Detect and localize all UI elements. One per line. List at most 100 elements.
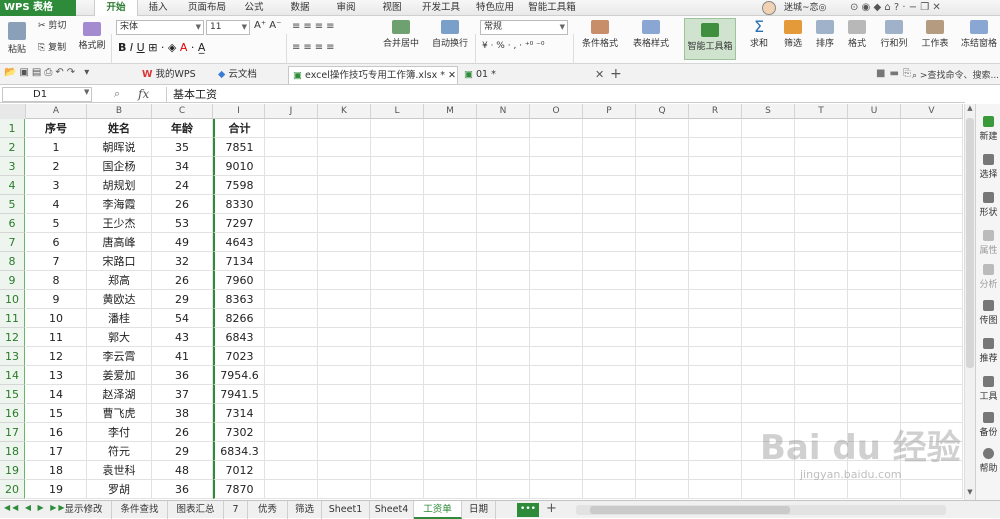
cell[interactable]	[371, 252, 424, 271]
cell[interactable]	[848, 195, 901, 214]
row-header[interactable]: 20	[0, 480, 25, 499]
cell[interactable]	[795, 271, 848, 290]
cell[interactable]	[318, 309, 371, 328]
cell[interactable]: 16	[26, 423, 87, 442]
cell[interactable]	[530, 328, 583, 347]
cell[interactable]	[424, 271, 477, 290]
cell[interactable]	[848, 138, 901, 157]
cell[interactable]	[689, 157, 742, 176]
row-header[interactable]: 7	[0, 233, 25, 252]
cell[interactable]	[689, 442, 742, 461]
cell[interactable]	[636, 442, 689, 461]
cell[interactable]	[689, 328, 742, 347]
cell[interactable]	[424, 176, 477, 195]
cell[interactable]	[318, 347, 371, 366]
column-header[interactable]: U	[848, 104, 901, 119]
cell[interactable]	[742, 214, 795, 233]
cell[interactable]	[795, 347, 848, 366]
cell[interactable]	[318, 138, 371, 157]
column-header[interactable]: N	[477, 104, 530, 119]
cell[interactable]	[265, 442, 318, 461]
cell[interactable]	[583, 195, 636, 214]
formula-input[interactable]: 基本工资	[166, 87, 963, 102]
cell[interactable]	[848, 176, 901, 195]
cell[interactable]	[371, 309, 424, 328]
cell[interactable]	[265, 404, 318, 423]
cell[interactable]	[318, 195, 371, 214]
cell[interactable]	[742, 138, 795, 157]
cell[interactable]: 29	[152, 442, 213, 461]
column-header[interactable]: S	[742, 104, 795, 119]
cell[interactable]	[583, 309, 636, 328]
cell[interactable]	[424, 157, 477, 176]
row-header[interactable]: 19	[0, 461, 25, 480]
cell[interactable]	[530, 138, 583, 157]
cell[interactable]	[901, 385, 963, 404]
cell[interactable]	[689, 195, 742, 214]
cell[interactable]	[795, 252, 848, 271]
cell[interactable]	[265, 138, 318, 157]
worksheet-button[interactable]: 工作表	[916, 20, 954, 49]
cell[interactable]	[424, 480, 477, 499]
cell[interactable]	[848, 366, 901, 385]
titlebar-icons[interactable]: ⊙ ◉ ◆ ⌂ ? · − ❐ ✕	[850, 0, 941, 16]
column-header[interactable]: K	[318, 104, 371, 119]
cell[interactable]	[477, 480, 530, 499]
cell[interactable]	[318, 328, 371, 347]
cell[interactable]: 唐高峰	[87, 233, 152, 252]
cell[interactable]	[848, 233, 901, 252]
cell[interactable]	[424, 195, 477, 214]
cell[interactable]	[848, 347, 901, 366]
cell[interactable]	[265, 309, 318, 328]
cell[interactable]: 1	[26, 138, 87, 157]
cell[interactable]	[583, 119, 636, 138]
merge-center-button[interactable]: 合并居中	[376, 20, 426, 49]
smart-toolbox-button[interactable]: 智能工具箱	[684, 18, 736, 60]
cell[interactable]	[530, 423, 583, 442]
cell[interactable]	[265, 328, 318, 347]
cell[interactable]: 49	[152, 233, 213, 252]
cell[interactable]	[742, 271, 795, 290]
cell[interactable]	[636, 404, 689, 423]
menu-tab-home[interactable]: 开始	[94, 0, 138, 16]
cell[interactable]	[795, 214, 848, 233]
column-header[interactable]: Q	[636, 104, 689, 119]
cell[interactable]	[742, 366, 795, 385]
cell[interactable]: 26	[152, 195, 213, 214]
cell[interactable]	[636, 461, 689, 480]
cell[interactable]	[795, 176, 848, 195]
cell[interactable]	[265, 119, 318, 138]
menu-tab-page-layout[interactable]: 页面布局	[180, 0, 234, 16]
column-header[interactable]: A	[26, 104, 87, 119]
cell[interactable]	[477, 366, 530, 385]
format-painter-button[interactable]: 格式刷	[78, 22, 106, 51]
cell[interactable]	[848, 252, 901, 271]
panel-backup[interactable]: 备份	[976, 412, 1000, 438]
vertical-align-buttons[interactable]: ≡≡≡≡	[292, 21, 338, 32]
cell[interactable]: 符元	[87, 442, 152, 461]
cell[interactable]	[689, 252, 742, 271]
cell[interactable]: 11	[26, 328, 87, 347]
cell[interactable]	[477, 461, 530, 480]
cell[interactable]	[689, 290, 742, 309]
cell[interactable]	[901, 366, 963, 385]
cell[interactable]	[477, 195, 530, 214]
wps-logo[interactable]: WPS 表格	[0, 0, 76, 16]
cell[interactable]: 郑高	[87, 271, 152, 290]
cell[interactable]	[689, 385, 742, 404]
paste-button[interactable]: 粘贴	[4, 22, 30, 55]
sheet-tab[interactable]: 图表汇总	[168, 501, 224, 519]
cell[interactable]	[689, 461, 742, 480]
cell[interactable]	[318, 252, 371, 271]
cell[interactable]	[583, 252, 636, 271]
cell[interactable]: 15	[26, 404, 87, 423]
cell[interactable]	[318, 214, 371, 233]
cell[interactable]	[742, 176, 795, 195]
cell[interactable]	[636, 195, 689, 214]
sheet-tab[interactable]: 显示修改	[56, 501, 112, 519]
cell[interactable]	[477, 309, 530, 328]
sheet-tab[interactable]: 7	[224, 501, 248, 519]
menu-tab-review[interactable]: 审阅	[328, 0, 364, 16]
menu-tab-view[interactable]: 视图	[374, 0, 410, 16]
cell[interactable]	[636, 385, 689, 404]
